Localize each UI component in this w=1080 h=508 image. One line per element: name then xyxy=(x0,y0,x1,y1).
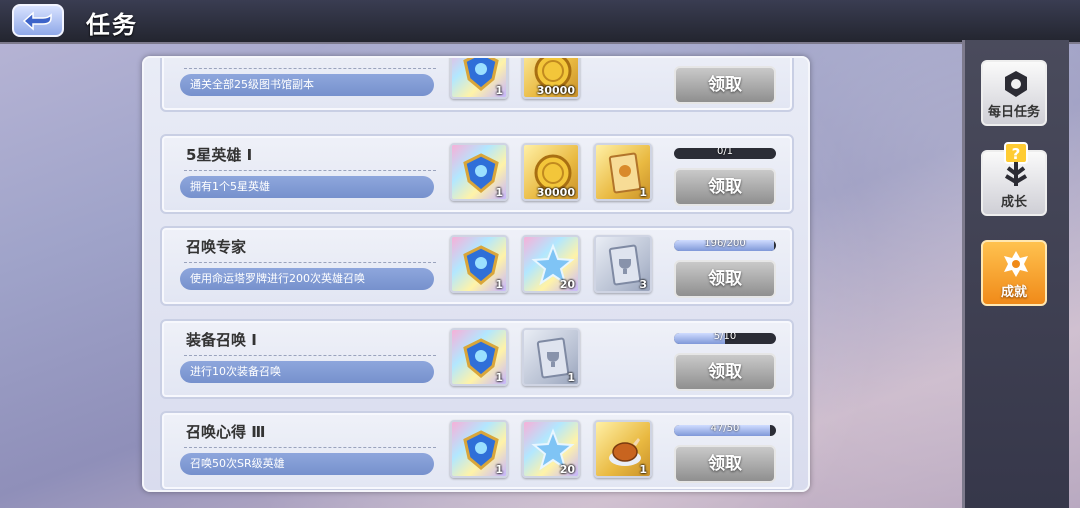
progress-bar: 5/10 xyxy=(674,333,776,344)
reward-quantity: 30000 xyxy=(536,186,575,199)
reward-item[interactable]: 1 xyxy=(450,328,508,386)
progress-bar: 0/1 xyxy=(674,148,776,159)
progress-text: 0/1 xyxy=(716,148,734,157)
task-row: 装备召唤 Ⅰ 进行10次装备召唤 1 1 5/10 领取 xyxy=(160,319,794,399)
reward-quantity: 20 xyxy=(559,463,575,476)
claim-button[interactable]: 领取 xyxy=(674,353,776,391)
progress-text: 5/10 xyxy=(713,333,737,342)
reward-item[interactable]: 1 xyxy=(450,420,508,478)
reward-item[interactable]: 3 xyxy=(594,235,652,293)
tab-label: 成就 xyxy=(1000,285,1027,300)
task-name: 召唤心得 Ⅲ xyxy=(186,423,266,441)
reward-quantity: 1 xyxy=(567,371,575,384)
reward-item[interactable]: 1 xyxy=(522,328,580,386)
reward-item[interactable]: 30000 xyxy=(522,143,580,201)
reward-item[interactable]: 20 xyxy=(522,235,580,293)
claim-button[interactable]: 领取 xyxy=(674,445,776,483)
reward-quantity: 1 xyxy=(495,463,503,476)
reward-quantity: 20 xyxy=(559,278,575,291)
reward-quantity: 1 xyxy=(639,186,647,199)
divider xyxy=(184,170,436,171)
task-row: 召唤专家 使用命运塔罗牌进行200次英雄召唤 1 20 3 196/200 领取 xyxy=(160,226,794,306)
tab-daily-task[interactable]: 每日任务 xyxy=(981,60,1047,126)
back-button[interactable] xyxy=(12,4,64,37)
task-description: 通关全部25级图书馆副本 xyxy=(180,74,434,96)
task-row: 5星英雄 Ⅰ 拥有1个5星英雄 1 30000 1 0/1 领取 xyxy=(160,134,794,214)
tab-label: 每日任务 xyxy=(987,105,1040,120)
claim-button[interactable]: 领取 xyxy=(674,168,776,206)
task-name: 5星英雄 Ⅰ xyxy=(186,146,253,164)
reward-item[interactable]: 1 xyxy=(450,58,508,99)
reward-quantity: 1 xyxy=(495,186,503,199)
reward-quantity: 1 xyxy=(495,278,503,291)
tab-achievement[interactable]: 成就 xyxy=(981,240,1047,306)
tab-label: 成长 xyxy=(1000,195,1027,210)
reward-quantity: 30000 xyxy=(536,84,575,97)
growth-icon xyxy=(1004,162,1028,186)
task-panel[interactable]: 通关全部25级图书馆副本 1 30000 领取 5星英雄 Ⅰ 拥有1个5星英雄 … xyxy=(142,56,810,492)
reward-item[interactable]: 1 xyxy=(594,420,652,478)
task-description: 使用命运塔罗牌进行200次英雄召唤 xyxy=(180,268,434,290)
task-description: 拥有1个5星英雄 xyxy=(180,176,434,198)
top-bar: 任务 xyxy=(0,0,1080,44)
page-title: 任务 xyxy=(86,11,138,39)
reward-item[interactable]: 30000 xyxy=(522,58,580,99)
task-name: 装备召唤 Ⅰ xyxy=(186,331,257,349)
reward-quantity: 1 xyxy=(639,463,647,476)
reward-item[interactable]: 1 xyxy=(594,143,652,201)
claim-button[interactable]: 领取 xyxy=(674,66,776,104)
daily-task-icon xyxy=(1005,71,1027,97)
divider xyxy=(184,355,436,356)
task-description: 召唤50次SR级英雄 xyxy=(180,453,434,475)
task-name: 召唤专家 xyxy=(186,238,247,256)
back-arrow-icon xyxy=(22,10,52,31)
tab-growth[interactable]: ? 成长 xyxy=(981,142,1047,216)
divider xyxy=(184,68,436,69)
task-row: 召唤心得 Ⅲ 召唤50次SR级英雄 1 20 1 47/50 领取 xyxy=(160,411,794,490)
reward-quantity: 1 xyxy=(495,84,503,97)
progress-text: 47/50 xyxy=(710,425,740,434)
reward-item[interactable]: 20 xyxy=(522,420,580,478)
divider xyxy=(184,447,436,448)
task-description: 进行10次装备召唤 xyxy=(180,361,434,383)
progress-bar: 47/50 xyxy=(674,425,776,436)
divider xyxy=(184,262,436,263)
progress-text: 196/200 xyxy=(704,240,746,249)
reward-item[interactable]: 1 xyxy=(450,143,508,201)
claim-button[interactable]: 领取 xyxy=(674,260,776,298)
task-row: 通关全部25级图书馆副本 1 30000 领取 xyxy=(160,58,794,112)
reward-quantity: 3 xyxy=(639,278,647,291)
achievement-icon xyxy=(1004,251,1028,277)
progress-bar: 196/200 xyxy=(674,240,776,251)
reward-quantity: 1 xyxy=(495,371,503,384)
reward-item[interactable]: 1 xyxy=(450,235,508,293)
